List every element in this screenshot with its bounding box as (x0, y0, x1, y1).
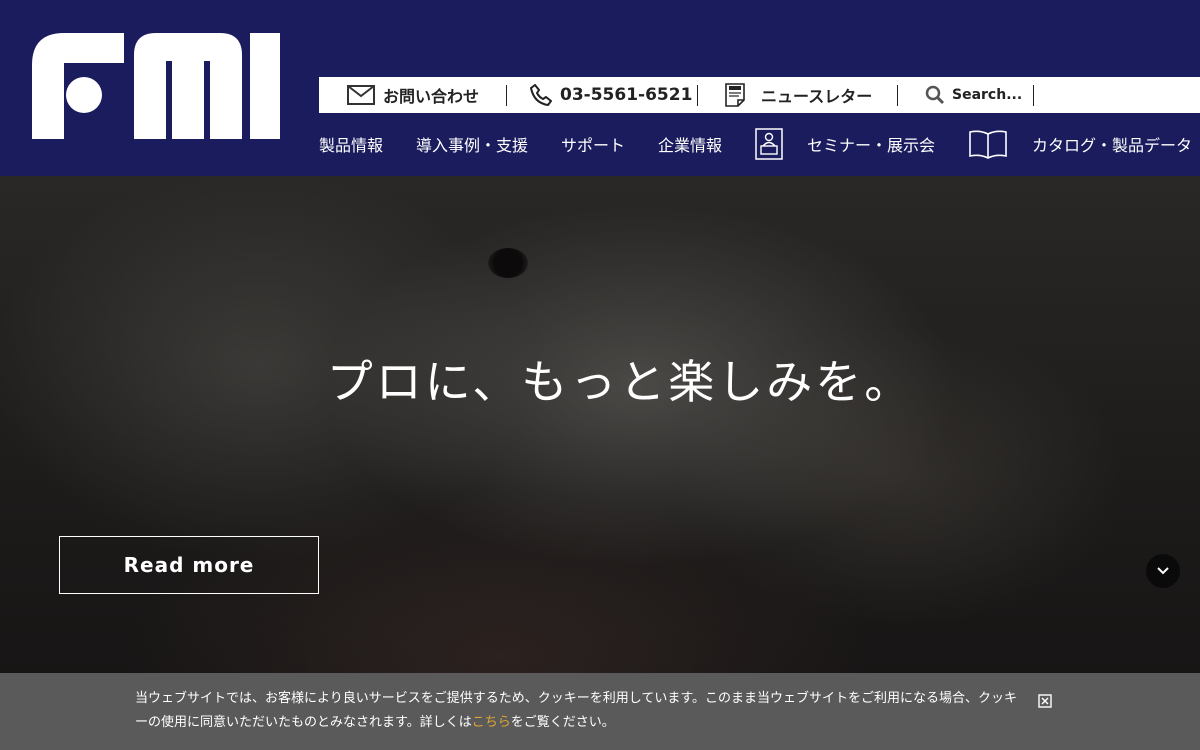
search-box[interactable]: Search... (925, 77, 1022, 113)
scroll-down-button[interactable] (1146, 554, 1180, 588)
nav-item-support[interactable]: サポート (561, 128, 625, 160)
search-input[interactable]: Search... (952, 87, 1022, 103)
newsletter-link[interactable]: ニュースレター (725, 77, 872, 113)
fmi-logo[interactable] (32, 33, 280, 139)
open-book-icon (969, 130, 1007, 159)
divider (697, 85, 698, 106)
fmi-logo-mark (32, 33, 280, 139)
catalog-label: カタログ・製品データ (1032, 136, 1193, 155)
divider (1033, 85, 1034, 106)
phone-link[interactable]: 03-5561-6521 (530, 77, 692, 113)
nav-item-company[interactable]: 企業情報 (658, 128, 722, 160)
chevron-down-icon (1157, 567, 1169, 575)
hero-background-image (488, 248, 528, 278)
cookie-banner: 当ウェブサイトでは、お客様により良いサービスをご提供するため、クッキーを利用して… (0, 673, 1200, 750)
divider (897, 85, 898, 106)
phone-number: 03-5561-6521 (560, 85, 693, 105)
read-more-button[interactable]: Read more (59, 536, 319, 594)
hero-tagline: プロに、もっと楽しみを。 (326, 355, 914, 409)
mail-icon (347, 85, 375, 105)
cookie-close-button[interactable] (1038, 693, 1052, 708)
site-header: お問い合わせ 03-5561-6521 ニュースレター Search... 製品… (0, 0, 1200, 176)
cookie-text-after: をご覧ください。 (510, 715, 615, 730)
contact-label: お問い合わせ (383, 87, 480, 106)
hero-section: プロに、もっと楽しみを。 Read more (0, 176, 1200, 750)
nav-item-case-studies[interactable]: 導入事例・支援 (416, 128, 528, 160)
close-icon (1038, 694, 1052, 708)
utility-bar: お問い合わせ 03-5561-6521 ニュースレター Search... (319, 77, 1200, 113)
contact-link[interactable]: お問い合わせ (347, 77, 479, 113)
seminar-icon (755, 128, 783, 160)
cookie-details-link[interactable]: こちら (472, 715, 511, 730)
cookie-message: 当ウェブサイトでは、お客様により良いサービスをご提供するため、クッキーを利用して… (135, 687, 1030, 735)
nav-item-catalog[interactable]: カタログ・製品データ (968, 128, 1192, 160)
search-icon (925, 85, 945, 105)
newsletter-label: ニュースレター (761, 87, 873, 106)
seminar-label: セミナー・展示会 (807, 136, 936, 155)
phone-icon (530, 84, 552, 106)
newsletter-icon (725, 83, 745, 107)
nav-item-seminar[interactable]: セミナー・展示会 (755, 128, 935, 160)
nav-item-products[interactable]: 製品情報 (319, 128, 383, 160)
divider (506, 85, 507, 106)
